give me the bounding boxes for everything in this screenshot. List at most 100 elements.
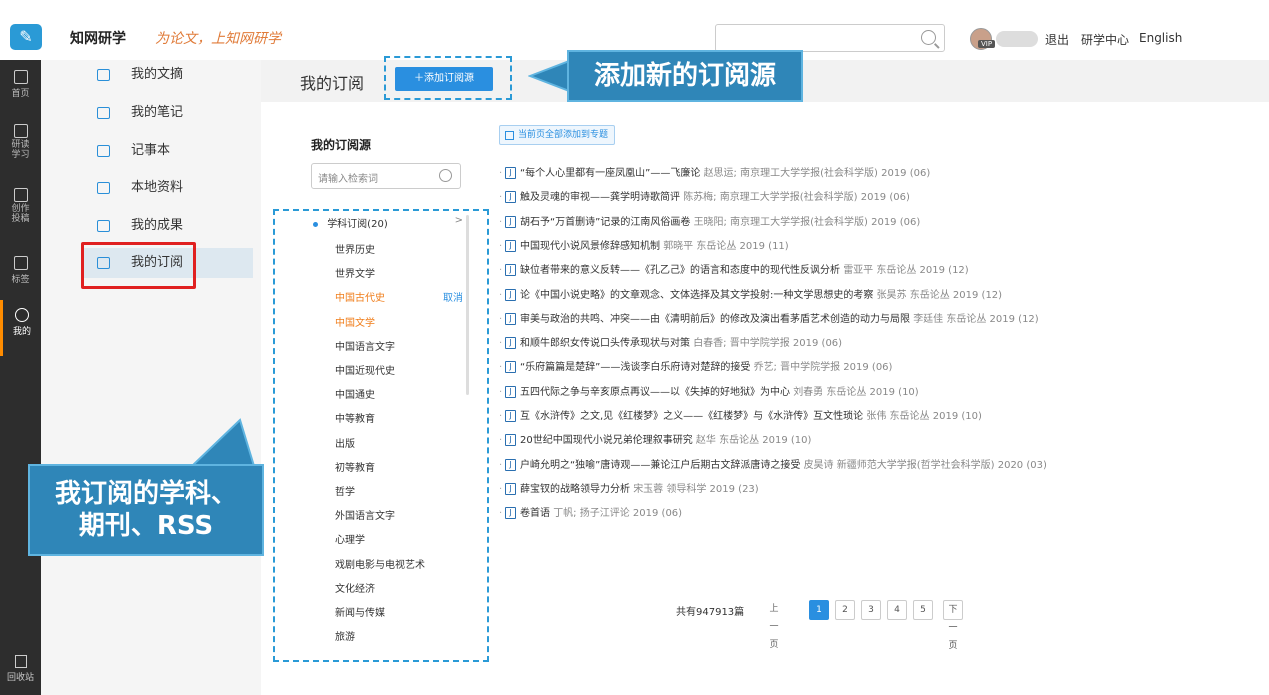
journal-icon: J [505,239,516,252]
page-button[interactable]: 3 [861,600,881,620]
list-item: · J 中国现代小说风景修辞感知机制 郭晓平 东岳论丛 2019 (11) [499,237,789,253]
cloud-icon [97,182,110,194]
article-title[interactable]: 中国现代小说风景修辞感知机制 [520,241,660,252]
nav-mine[interactable]: 我的 [0,300,41,356]
article-title[interactable]: “每个人心里都有一座凤凰山”——飞廉论 [520,168,700,179]
article-meta[interactable]: 陈苏梅; 南京理工大学学报(社会科学版) 2019 (06) [683,192,910,203]
article-meta[interactable]: 郭晓平 东岳论丛 2019 (11) [663,241,789,252]
list-item: · J 缺位者带来的意义反转——《孔乙己》的语言和态度中的现代性反讽分析 雷亚平 东… [499,261,969,277]
journal-icon: J [505,458,516,471]
subscription-menu-highlight [81,242,196,289]
article-title[interactable]: 审美与政治的共鸣、冲突——由《清明前后》的修改及演出看茅盾艺术创造的动力与局限 [520,314,910,325]
left-callout-arrow [189,418,256,467]
article-title[interactable]: 五四代际之争与辛亥原点再议——以《失掉的好地狱》为中心 [520,387,790,398]
reading-icon [13,124,28,138]
trash-icon [14,655,27,668]
research-center-link[interactable]: 研学中心 [1081,31,1129,48]
article-meta[interactable]: 李廷佳 东岳论丛 2019 (12) [913,314,1039,325]
nav-mine-label: 我的 [12,327,31,337]
sources-title: 我的订阅源 [311,138,372,152]
nav-reading[interactable]: 研读 学习 [0,124,41,160]
sidebar-item-notes[interactable]: 我的笔记 [97,98,277,128]
next-page-button[interactable]: 下一页 [943,600,963,651]
article-title[interactable]: “乐府篇篇是楚辞”——浅谈李白乐府诗对楚辞的接受 [520,362,750,373]
nav-tag[interactable]: 标签 [0,256,41,285]
source-search-input[interactable]: 请输入检索词 [311,163,461,189]
article-title[interactable]: 触及灵魂的审视——龚学明诗歌简评 [520,192,680,203]
narrow-nav: 首页 研读 学习 创作 投稿 标签 我的 [0,60,41,695]
left-callout: 我订阅的学科、 期刊、RSS [28,464,264,556]
page-button[interactable]: 4 [887,600,907,620]
logo-text[interactable]: 知网研学 [70,28,126,48]
username [996,31,1038,47]
journal-icon: J [505,410,516,422]
article-meta[interactable]: 宋玉蓉 领导科学 2019 (23) [633,484,759,495]
article-meta[interactable]: 赵思运; 南京理工大学学报(社会科学版) 2019 (06) [704,168,931,179]
article-title[interactable]: 薛宝钗的战略领导力分析 [520,484,630,495]
journal-icon: J [505,167,516,179]
article-meta[interactable]: 乔艺; 晋中学院学报 2019 (06) [754,362,893,373]
tag-icon [13,256,28,270]
article-title[interactable]: 论《中国小说史略》的文章观念、文体选择及其文学投射:一种文学思想史的考察 [520,290,873,301]
global-search-input[interactable] [715,24,945,52]
article-meta[interactable]: 刘春勇 东岳论丛 2019 (10) [793,387,919,398]
article-title[interactable]: 卷首语 [520,508,550,519]
sidebar-item-local[interactable]: 本地资料 [97,173,277,203]
nav-tag-label: 标签 [11,275,30,285]
sidebar-item-digest[interactable]: 我的文摘 [97,60,277,90]
sidebar-item-notebook[interactable]: 记事本 [97,136,277,166]
list-item: · J 薛宝钗的战略领导力分析 宋玉蓉 领导科学 2019 (23) [499,480,759,496]
create-icon [13,188,28,202]
add-button-highlight [384,56,512,100]
journal-icon: J [505,507,516,520]
nav-create-label: 创作 投稿 [11,204,30,224]
list-item: · J 20世纪中国现代小说兄弟伦理叙事研究 赵华 东岳论丛 2019 (10) [499,431,811,447]
page-title: 我的订阅 [300,74,365,93]
search-icon[interactable] [921,30,936,45]
logout-link[interactable]: 退出 [1045,31,1069,48]
article-title[interactable]: 户崎允明之“独喻”唐诗观——兼论江户后期古文辞派唐诗之接受 [520,460,800,471]
article-title[interactable]: 20世纪中国现代小说兄弟伦理叙事研究 [520,435,693,446]
page-button[interactable]: 5 [913,600,933,620]
list-item: · J 户崎允明之“独喻”唐诗观——兼论江户后期古文辞派唐诗之接受 皮昊诗 新疆师范… [499,456,1047,472]
nav-trash[interactable]: 回收站 [0,655,41,683]
sidebar-item-label: 我的成果 [131,218,184,233]
prev-page-button[interactable]: 上一页 [764,600,784,650]
article-meta[interactable]: 张伟 东岳论丛 2019 (10) [866,411,982,422]
article-meta[interactable]: 丁帆; 扬子江评论 2019 (06) [553,508,682,519]
journal-icon: J [505,215,516,228]
english-link[interactable]: English [1139,31,1182,45]
article-meta[interactable]: 雷亚平 东岳论丛 2019 (12) [843,265,969,276]
cnki-logo-icon[interactable]: ✎ [10,24,42,50]
sidebar-item-label: 我的文摘 [131,67,184,82]
article-meta[interactable]: 赵华 东岳论丛 2019 (10) [696,435,812,446]
nav-create[interactable]: 创作 投稿 [0,188,41,224]
journal-icon: J [505,264,516,277]
article-meta[interactable]: 王晓阳; 南京理工大学学报(社会科学版) 2019 (06) [694,217,921,228]
article-meta[interactable]: 白春香; 晋中学院学报 2019 (06) [693,338,842,349]
list-item: · J 五四代际之争与辛亥原点再议——以《失掉的好地狱》为中心 刘春勇 东岳论丛 2… [499,383,919,399]
search-icon[interactable] [439,169,452,182]
article-title[interactable]: 互《水浒传》之文,见《红楼梦》之义——《红楼梦》与《水浒传》互文性琐论 [520,411,863,422]
journal-icon: J [505,434,516,447]
add-all-to-topic-button[interactable]: 当前页全部添加到专题 [499,125,616,145]
page-button[interactable]: 1 [809,600,829,620]
cube-icon [15,308,29,322]
article-title[interactable]: 缺位者带来的意义反转——《孔乙己》的语言和态度中的现代性反讽分析 [520,265,840,276]
page-button[interactable]: 2 [835,600,855,620]
list-item: · J 触及灵魂的审视——龚学明诗歌简评 陈苏梅; 南京理工大学学报(社会科学版) … [499,188,910,204]
notes-icon [97,107,110,119]
article-title[interactable]: 和顺牛郎织女传说口头传承现状与对策 [520,338,690,349]
article-meta[interactable]: 皮昊诗 新疆师范大学学报(哲学社会科学版) 2020 (03) [804,460,1047,471]
sidebar-item-label: 记事本 [131,143,171,158]
list-item: · J “每个人心里都有一座凤凰山”——飞廉论 赵思运; 南京理工大学学报(社会科学… [499,164,930,180]
list-item: · J 卷首语 丁帆; 扬子江评论 2019 (06) [499,504,682,520]
list-item: · J 胡石予“万首删诗”记录的江南风俗画卷 王晓阳; 南京理工大学学报(社会科学版… [499,213,920,229]
sidebar-item-label: 我的笔记 [131,105,184,120]
article-meta[interactable]: 张昊苏 东岳论丛 2019 (12) [877,290,1003,301]
journal-icon: J [505,312,516,325]
article-title[interactable]: 胡石予“万首删诗”记录的江南风俗画卷 [520,217,690,228]
sidebar-item-achievements[interactable]: 我的成果 [97,211,277,241]
list-item: · J 论《中国小说史略》的文章观念、文体选择及其文学投射:一种文学思想史的考察 张… [499,286,1002,302]
nav-home[interactable]: 首页 [0,70,41,99]
